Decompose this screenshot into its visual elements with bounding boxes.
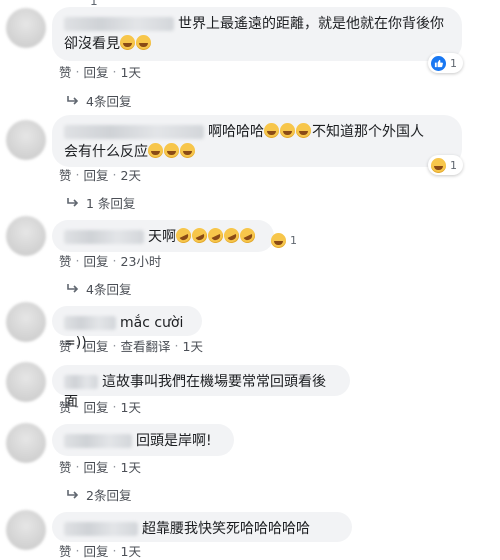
rolling-laughing-emoji: [221, 225, 242, 246]
like-button[interactable]: 赞: [59, 541, 72, 560]
view-replies-link[interactable]: 2条回复: [66, 485, 131, 504]
laughing-emoji: [136, 35, 151, 50]
reaction-count[interactable]: 1: [428, 155, 463, 175]
timestamp[interactable]: 1天: [121, 397, 141, 416]
author-name[interactable]: [64, 316, 116, 330]
comment-bubble: 這故事叫我們在機場要常常回頭看後面: [52, 365, 350, 410]
author-name[interactable]: [64, 17, 174, 31]
replies-count: 1 条回复: [86, 196, 136, 211]
like-button[interactable]: 赞: [59, 62, 72, 81]
laughing-emoji: [296, 123, 311, 138]
author-name[interactable]: [64, 125, 204, 139]
like-button[interactable]: 赞: [59, 457, 72, 476]
replies-count: 2条回复: [86, 488, 132, 503]
avatar[interactable]: [6, 8, 46, 48]
reply-arrow-icon: [67, 95, 79, 105]
timestamp[interactable]: 1天: [183, 336, 203, 355]
haha-icon: [431, 157, 446, 173]
replies-count: 4条回复: [86, 94, 132, 109]
see-translation-link[interactable]: 查看翻译: [121, 336, 171, 355]
like-button[interactable]: 赞: [59, 165, 72, 184]
comment-text: 啊哈哈哈: [208, 124, 264, 140]
laughing-emoji: [264, 123, 279, 138]
comment-bubble: 啊哈哈哈 不知道那个外国人 会有什么反应: [52, 115, 462, 167]
comment-text: 世界上最遙遠的距離，就是他就在你背後你: [178, 16, 444, 32]
haha-icon: [271, 233, 286, 248]
comment-actions: 赞 · 回复 · 1天: [59, 541, 141, 560]
avatar[interactable]: [6, 120, 46, 160]
comment-actions: 赞 · 回复 · 2天: [59, 165, 141, 184]
timestamp[interactable]: 1天: [121, 62, 141, 81]
comment-text-line2: 会有什么反应: [64, 144, 148, 160]
laughing-emoji: [180, 143, 195, 158]
comment-text-continued: 卻沒看見: [64, 36, 120, 52]
like-button[interactable]: 赞: [59, 336, 72, 355]
comment-bubble: 回頭是岸啊!: [52, 424, 234, 456]
comment-bubble: 超靠腰我快笑死哈哈哈哈哈: [52, 512, 352, 542]
timestamp[interactable]: 23小时: [121, 251, 162, 270]
rolling-laughing-emoji: [173, 225, 194, 246]
comment-bubble: 天啊: [52, 220, 274, 252]
reaction-number: 1: [450, 158, 457, 172]
comment-bubble: 世界上最遙遠的距離，就是他就在你背後你 卻沒看見: [52, 7, 462, 61]
reply-button[interactable]: 回复: [84, 251, 109, 270]
laughing-emoji: [120, 35, 135, 50]
reaction-number: 1: [450, 56, 457, 70]
timestamp[interactable]: 1天: [121, 457, 141, 476]
avatar[interactable]: [6, 216, 46, 256]
comment-actions: 赞 · 回复 · 23小时: [59, 251, 162, 270]
like-button[interactable]: 赞: [59, 251, 72, 270]
comment-text: 回頭是岸啊!: [136, 433, 212, 449]
avatar[interactable]: [6, 362, 46, 402]
comment-actions: 赞 · 回复 · 1天: [59, 457, 141, 476]
comment-actions: 赞 · 回复 · 查看翻译 · 1天: [59, 336, 203, 355]
laughing-emoji: [164, 143, 179, 158]
replies-count: 4条回复: [86, 282, 132, 297]
rolling-laughing-emoji: [189, 225, 210, 246]
reply-button[interactable]: 回复: [84, 62, 109, 81]
comment-actions: 赞 · 回复 · 1天: [59, 62, 141, 81]
view-replies-link[interactable]: 1 条回复: [66, 193, 135, 212]
laughing-emoji: [148, 143, 163, 158]
view-replies-link[interactable]: 4条回复: [66, 279, 131, 298]
avatar[interactable]: [6, 423, 46, 463]
author-name[interactable]: [64, 434, 132, 448]
timestamp[interactable]: 1天: [121, 541, 141, 560]
timestamp[interactable]: 2天: [121, 165, 141, 184]
reply-button[interactable]: 回复: [84, 541, 109, 560]
laughing-emoji: [280, 123, 295, 138]
reply-button[interactable]: 回复: [84, 336, 109, 355]
author-name[interactable]: [64, 230, 144, 244]
reply-button[interactable]: 回复: [84, 165, 109, 184]
reply-button[interactable]: 回复: [84, 457, 109, 476]
comment-text: 天啊: [148, 229, 176, 245]
avatar[interactable]: [6, 510, 46, 550]
like-icon: [431, 55, 446, 71]
comment-actions: 赞 · 回复 · 1天: [59, 397, 141, 416]
reaction-count[interactable]: 1: [271, 233, 297, 248]
rolling-laughing-emoji: [205, 225, 226, 246]
view-replies-link[interactable]: 4条回复: [66, 91, 131, 110]
comment-bubble: mắc cười =)): [52, 306, 202, 351]
reply-button[interactable]: 回复: [84, 397, 109, 416]
reaction-count[interactable]: 1: [428, 53, 463, 73]
reply-arrow-icon: [67, 197, 79, 207]
reply-arrow-icon: [67, 283, 79, 293]
comment-text: 超靠腰我快笑死哈哈哈哈哈: [142, 521, 310, 537]
author-name[interactable]: [64, 375, 98, 389]
author-name[interactable]: [64, 522, 138, 536]
reply-arrow-icon: [67, 489, 79, 499]
rolling-laughing-emoji: [237, 225, 258, 246]
comment-text-continued: 不知道那个外国人: [312, 124, 424, 140]
reaction-number: 1: [290, 234, 297, 247]
like-button[interactable]: 赞: [59, 397, 72, 416]
avatar[interactable]: [6, 302, 46, 342]
